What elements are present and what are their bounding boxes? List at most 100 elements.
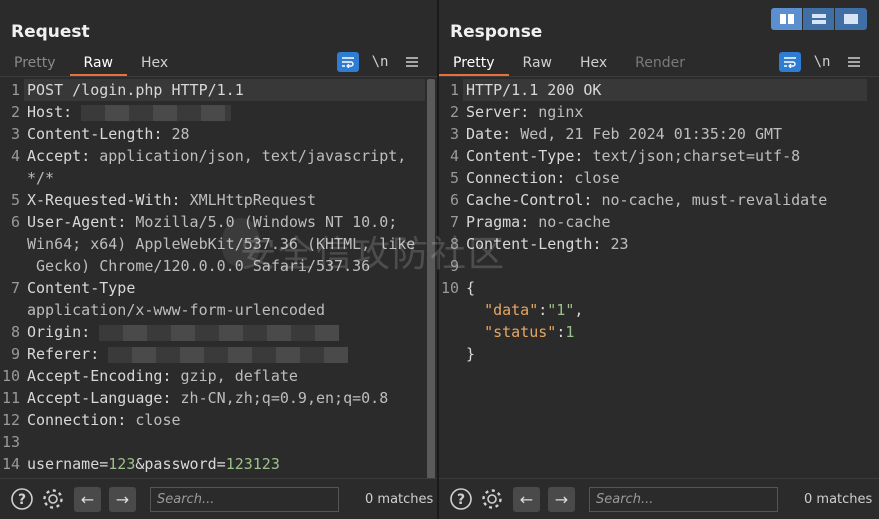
code-line: "data":"1", [439,299,867,321]
line-number: 14 [1,455,20,473]
svg-text:?: ? [17,492,25,508]
header-name: User-Agent [27,213,118,231]
menu-icon[interactable] [843,52,865,72]
scroll-thumb[interactable] [427,79,435,479]
line-content: Origin: [24,321,425,343]
code-line: 4 Content-Type: text/json;charset=utf-8 [439,145,867,167]
json-value: 1 [565,323,575,341]
header-name: Content-Length [27,125,154,143]
line-number: 3 [10,125,20,143]
tab-raw[interactable]: Raw [509,52,566,76]
line-content: Date: Wed, 21 Feb 2024 01:35:20 GMT [466,125,783,143]
response-title: Response [450,22,543,42]
next-match-button[interactable]: → [548,486,575,512]
header-name: Accept [27,147,82,165]
single-layout-icon[interactable] [835,8,867,30]
tab-pretty[interactable]: Pretty [0,52,70,76]
line-content: Gecko) Chrome/120.0.0.0 Safari/537.36 [24,255,425,277]
line-number: 5 [10,191,20,209]
tab-raw[interactable]: Raw [69,52,127,76]
line-number: 9 [10,345,20,363]
tabs-divider [439,76,879,77]
help-icon[interactable]: ? [447,486,474,513]
header-value: Win64; x64) AppleWebKit/537.36 (KHTML, l… [27,235,416,253]
response-toolbar: \n [779,52,865,72]
next-match-button[interactable]: → [109,486,136,512]
response-tabs: Pretty Raw Hex Render [439,52,699,76]
settings-gear-icon[interactable] [39,486,66,513]
previous-match-button[interactable]: ← [74,486,101,512]
previous-match-button[interactable]: ← [513,486,540,512]
request-body: username=123&password=123123 [27,455,280,473]
line-content: Content-Length: 28 [27,125,190,143]
header-value: XMLHttpRequest [189,191,316,209]
request-footer: ? ← → 0 matches [0,478,437,519]
header-name: Connection [27,411,118,429]
request-scrollbar[interactable] [427,79,435,479]
code-line: 5 Connection: close [439,167,867,189]
code-line: 9 [439,255,867,277]
line-number: 10 [440,279,459,297]
code-line: } [439,343,867,365]
line-number [0,255,24,277]
header-name: Pragma [466,213,521,231]
header-value: application/json, text/javascript, [99,147,407,165]
request-editor[interactable]: 1 POST /login.php HTTP/1.1 2 Host: 3 Content… [0,79,425,478]
tab-pretty[interactable]: Pretty [439,52,509,76]
header-name: Connection [466,169,557,187]
tab-hex[interactable]: Hex [127,52,182,76]
code-line: 1 HTTP/1.1 200 OK [439,79,867,101]
header-value: gzip, deflate [180,367,298,385]
newline-icon[interactable]: \n [811,52,833,72]
line-number: 2 [10,103,20,121]
request-tabs: Pretty Raw Hex [0,52,182,76]
header-value: 23 [610,235,629,253]
code-line: 6 User-Agent: Mozilla/5.0 (Windows NT 10.… [0,211,425,233]
param-name: username [27,455,100,473]
line-number: 13 [1,433,20,451]
wrap-icon[interactable] [337,52,359,72]
tab-hex[interactable]: Hex [566,52,621,76]
tab-render[interactable]: Render [621,52,699,76]
line-number: 7 [449,213,459,231]
line-number: 9 [449,257,459,275]
code-line: 5 X-Requested-With: XMLHttpRequest [0,189,425,211]
line-number: 5 [449,169,459,187]
header-name: X-Requested-With [27,191,172,209]
code-line: 9 Referer: [0,343,425,365]
code-line: 12 Connection: close [0,409,425,431]
line-number: 8 [449,235,459,253]
menu-icon[interactable] [401,52,423,72]
line-number: 7 [10,279,20,297]
request-pane: Request Pretty Raw Hex \n 1 POST /login.p… [0,0,437,519]
line-content: Content-Type [24,277,425,299]
code-line: 4 Accept: application/json, text/javascri… [0,145,425,167]
side-by-side-layout-icon[interactable] [771,8,803,30]
response-search-input[interactable] [589,486,778,512]
settings-gear-icon[interactable] [478,486,505,513]
response-pane: Response Pretty Raw Hex Render \n 1 HTTP/… [439,0,879,519]
code-line: Win64; x64) AppleWebKit/537.36 (KHTML, l… [0,233,425,255]
tabs-divider [0,76,437,77]
line-content: Referer: [24,343,425,365]
request-search-input[interactable] [150,486,339,512]
header-name: HTTP/1.1 200 OK [466,81,602,99]
request-toolbar: \n [337,52,423,72]
param-value: 123123 [225,455,280,473]
wrap-icon[interactable] [779,52,801,72]
help-icon[interactable]: ? [8,486,35,513]
line-content: application/x-www-form-urlencoded [24,299,425,321]
line-content: X-Requested-With: XMLHttpRequest [27,191,316,209]
header-value: Mozilla/5.0 (Windows NT 10.0; [135,213,398,231]
header-name: Accept-Language [27,389,163,407]
header-name: Content-Type [466,147,575,165]
response-editor[interactable]: 1 HTTP/1.1 200 OK 2 Server: nginx 3 Date: Wed… [439,79,867,478]
json-content: { [463,277,867,299]
line-content: */* [24,167,425,189]
newline-icon[interactable]: \n [369,52,391,72]
stacked-layout-icon[interactable] [803,8,835,30]
line-content: Host: [24,101,425,123]
line-content: User-Agent: Mozilla/5.0 (Windows NT 10.0… [27,213,398,231]
request-title: Request [11,22,90,42]
line-content: Connection: close [27,411,181,429]
